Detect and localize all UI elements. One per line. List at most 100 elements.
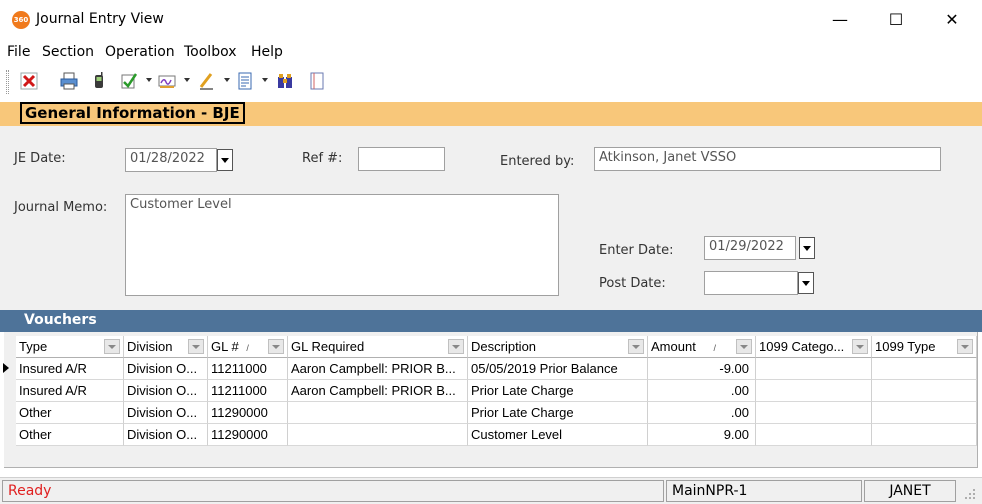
- entered-by-field[interactable]: Atkinson, Janet VSSO: [594, 147, 941, 171]
- current-row-indicator-icon: [3, 363, 9, 373]
- table-cell-division[interactable]: Division O...: [124, 424, 208, 446]
- table-cell-gl-required[interactable]: Aaron Campbell: PRIOR B...: [288, 380, 468, 402]
- je-date-field[interactable]: 01/28/2022: [125, 148, 217, 172]
- entered-by-label: Entered by:: [500, 154, 575, 169]
- table-cell-division[interactable]: Division O...: [124, 380, 208, 402]
- table-cell-gl[interactable]: 11211000: [208, 380, 288, 402]
- je-date-dropdown[interactable]: [217, 149, 233, 171]
- filter-dropdown-icon[interactable]: [736, 339, 752, 354]
- table-cell-1099-category[interactable]: [756, 358, 872, 380]
- table-cell-division[interactable]: Division O...: [124, 402, 208, 424]
- enter-date-dropdown[interactable]: [799, 237, 815, 259]
- table-cell-type[interactable]: Insured A/R: [16, 380, 124, 402]
- close-button[interactable]: ✕: [924, 0, 980, 40]
- binoculars-icon[interactable]: [274, 70, 296, 92]
- table-cell-type[interactable]: Other: [16, 424, 124, 446]
- table-cell-1099-category[interactable]: [756, 380, 872, 402]
- menu-help[interactable]: Help: [251, 44, 283, 60]
- maximize-button[interactable]: ☐: [868, 0, 924, 40]
- document-dropdown-icon[interactable]: [262, 78, 268, 82]
- chevron-down-icon: [221, 157, 229, 163]
- table-cell-1099-type[interactable]: [872, 380, 977, 402]
- post-date-dropdown[interactable]: [798, 272, 814, 294]
- check-icon[interactable]: [118, 70, 140, 92]
- filter-dropdown-icon[interactable]: [448, 339, 464, 354]
- sort-indicator-icon: /: [713, 343, 716, 353]
- journal-memo-field[interactable]: Customer Level: [125, 194, 559, 296]
- ref-field[interactable]: [358, 147, 445, 171]
- table-cell-amount[interactable]: -9.00: [648, 358, 756, 380]
- pen-dropdown-icon[interactable]: [224, 78, 230, 82]
- filter-dropdown-icon[interactable]: [628, 339, 644, 354]
- je-date-label: JE Date:: [14, 151, 66, 166]
- table-cell-gl[interactable]: 11290000: [208, 402, 288, 424]
- column-header-gl-required[interactable]: GL Required: [288, 336, 468, 358]
- menu-toolbox[interactable]: Toolbox: [184, 44, 237, 60]
- table-cell-gl-required[interactable]: [288, 402, 468, 424]
- document-icon[interactable]: [234, 70, 256, 92]
- chevron-down-icon: [803, 245, 811, 251]
- table-cell-description[interactable]: 05/05/2019 Prior Balance: [468, 358, 648, 380]
- print-icon[interactable]: [58, 70, 80, 92]
- minimize-button[interactable]: —: [812, 0, 868, 40]
- column-header-1099-category[interactable]: 1099 Catego...: [756, 336, 872, 358]
- toolbar: [0, 64, 982, 100]
- table-cell-gl[interactable]: 11211000: [208, 358, 288, 380]
- table-cell-amount[interactable]: 9.00: [648, 424, 756, 446]
- table-cell-type[interactable]: Insured A/R: [16, 358, 124, 380]
- enter-date-field[interactable]: 01/29/2022: [704, 236, 796, 260]
- toolbar-grip[interactable]: [6, 70, 9, 94]
- post-date-field[interactable]: [704, 271, 798, 295]
- table-cell-1099-type[interactable]: [872, 424, 977, 446]
- delete-icon[interactable]: [18, 70, 40, 92]
- table-cell-amount[interactable]: .00: [648, 402, 756, 424]
- column-header-amount[interactable]: Amount /: [648, 336, 756, 358]
- status-ready: Ready: [2, 480, 664, 502]
- status-server: MainNPR-1: [666, 480, 862, 502]
- table-cell-gl-required[interactable]: [288, 424, 468, 446]
- post-date-label: Post Date:: [599, 276, 666, 291]
- pen-icon[interactable]: [196, 70, 218, 92]
- resize-grip-icon[interactable]: [962, 486, 976, 500]
- filter-dropdown-icon[interactable]: [104, 339, 120, 354]
- sign-icon[interactable]: [156, 70, 178, 92]
- sign-dropdown-icon[interactable]: [184, 78, 190, 82]
- table-cell-gl[interactable]: 11290000: [208, 424, 288, 446]
- table-cell-1099-category[interactable]: [756, 424, 872, 446]
- filter-dropdown-icon[interactable]: [268, 339, 284, 354]
- window-title: Journal Entry View: [36, 11, 164, 27]
- column-header-gl[interactable]: GL # /: [208, 336, 288, 358]
- table-cell-amount[interactable]: .00: [648, 380, 756, 402]
- column-header-division[interactable]: Division: [124, 336, 208, 358]
- table-cell-description[interactable]: Prior Late Charge: [468, 402, 648, 424]
- menu-operation[interactable]: Operation: [105, 44, 175, 60]
- ref-label: Ref #:: [302, 151, 343, 166]
- menu-file[interactable]: File: [7, 44, 30, 60]
- vouchers-header: [0, 310, 982, 332]
- column-header-type[interactable]: Type: [16, 336, 124, 358]
- menu-section[interactable]: Section: [42, 44, 94, 60]
- table-cell-gl-required[interactable]: Aaron Campbell: PRIOR B...: [288, 358, 468, 380]
- column-header-description[interactable]: Description: [468, 336, 648, 358]
- table-cell-description[interactable]: Customer Level: [468, 424, 648, 446]
- column-header-1099-type[interactable]: 1099 Type: [872, 336, 977, 358]
- table-cell-description[interactable]: Prior Late Charge: [468, 380, 648, 402]
- status-user: JANET: [864, 480, 956, 502]
- filter-dropdown-icon[interactable]: [188, 339, 204, 354]
- journal-memo-label: Journal Memo:: [14, 200, 108, 215]
- table-cell-division[interactable]: Division O...: [124, 358, 208, 380]
- filter-dropdown-icon[interactable]: [957, 339, 973, 354]
- chevron-down-icon: [802, 280, 810, 286]
- table-cell-1099-type[interactable]: [872, 358, 977, 380]
- phone-icon[interactable]: [88, 70, 110, 92]
- sort-indicator-icon: /: [246, 343, 249, 353]
- table-cell-1099-category[interactable]: [756, 402, 872, 424]
- filter-dropdown-icon[interactable]: [852, 339, 868, 354]
- enter-date-label: Enter Date:: [599, 243, 674, 258]
- table-cell-type[interactable]: Other: [16, 402, 124, 424]
- note-icon[interactable]: [306, 70, 328, 92]
- check-dropdown-icon[interactable]: [146, 78, 152, 82]
- app-logo-icon: 360: [12, 11, 30, 29]
- table-cell-1099-type[interactable]: [872, 402, 977, 424]
- vouchers-title: Vouchers: [24, 312, 97, 328]
